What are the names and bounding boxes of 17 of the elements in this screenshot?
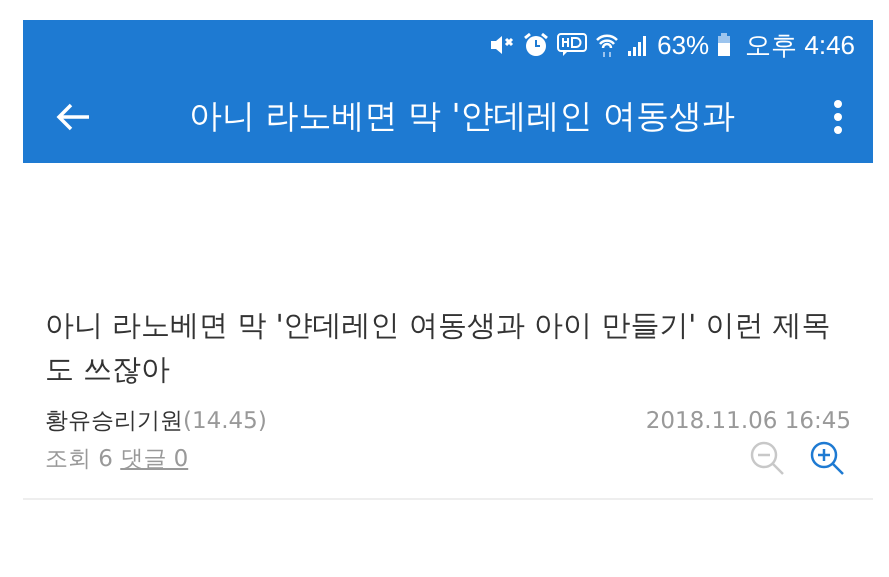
post-title: 아니 라노베면 막 '얀데레인 여동생과 아이 만들기' 이런 제목도 쓰잖아: [45, 307, 832, 388]
author-name: 황유승리기원: [45, 408, 183, 434]
zoom-in-icon[interactable]: [809, 440, 845, 476]
battery-icon: [717, 33, 732, 57]
battery-percent: 63%: [657, 30, 710, 60]
clock-time: 오후 4:46: [745, 28, 855, 62]
back-arrow-icon[interactable]: [55, 102, 91, 132]
author-score: (14.45): [183, 408, 267, 434]
post-date: 2018.11.06 16:45: [646, 408, 851, 434]
mute-icon: [489, 33, 516, 57]
view-count: 조회 6: [45, 446, 113, 472]
page-title: 아니 라노베면 막 '얀데레인 여동생과: [188, 95, 736, 137]
alarm-icon: [523, 32, 550, 58]
comment-link[interactable]: 댓글 0: [120, 446, 188, 472]
wifi-icon: [595, 32, 620, 58]
more-options-icon[interactable]: [833, 98, 843, 134]
hd-call-icon: [557, 32, 588, 58]
